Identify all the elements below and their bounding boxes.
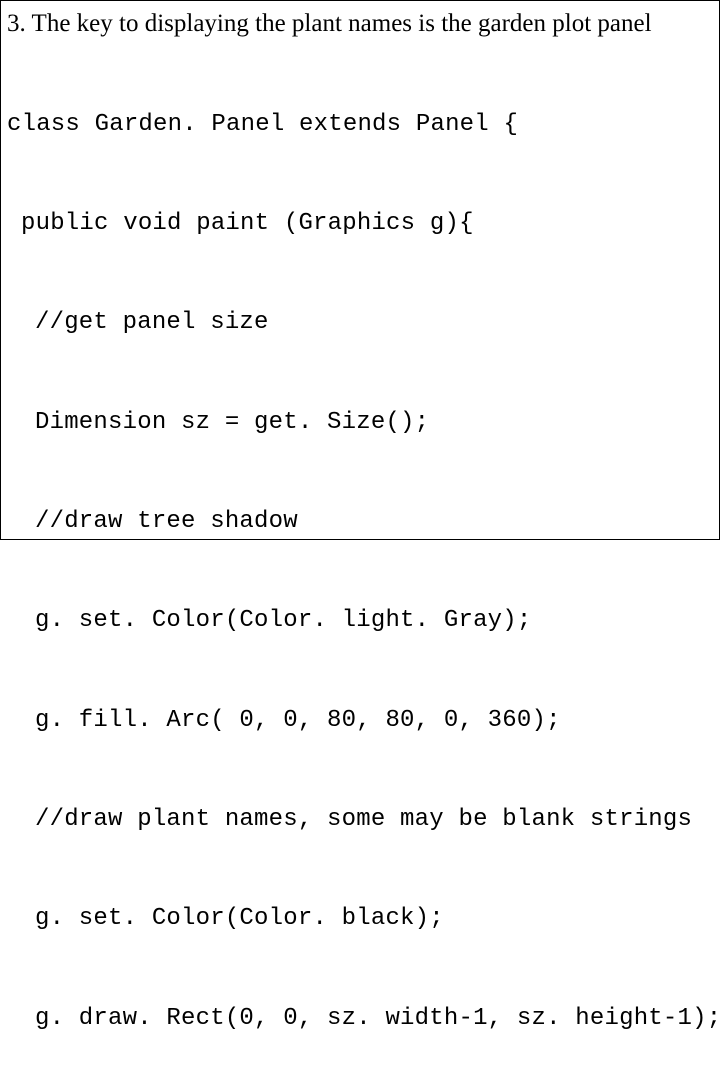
code-line: g. fill. Arc( 0, 0, 80, 80, 0, 360); — [7, 704, 711, 737]
code-line: //draw tree shadow — [7, 505, 711, 538]
code-line: g. set. Color(Color. black); — [7, 902, 711, 935]
code-block: class Garden. Panel extends Panel { publ… — [7, 42, 711, 1080]
code-line: //draw plant names, some may be blank st… — [7, 803, 711, 836]
code-line: g. set. Color(Color. light. Gray); — [7, 604, 711, 637]
code-line: Dimension sz = get. Size(); — [7, 406, 711, 439]
code-line: //get panel size — [7, 306, 711, 339]
code-line: public void paint (Graphics g){ — [7, 207, 711, 240]
code-line: g. draw. Rect(0, 0, sz. width-1, sz. hei… — [7, 1002, 711, 1035]
code-line: class Garden. Panel extends Panel { — [7, 108, 711, 141]
document-page: 3. The key to displaying the plant names… — [0, 0, 720, 540]
intro-text: 3. The key to displaying the plant names… — [7, 7, 711, 42]
